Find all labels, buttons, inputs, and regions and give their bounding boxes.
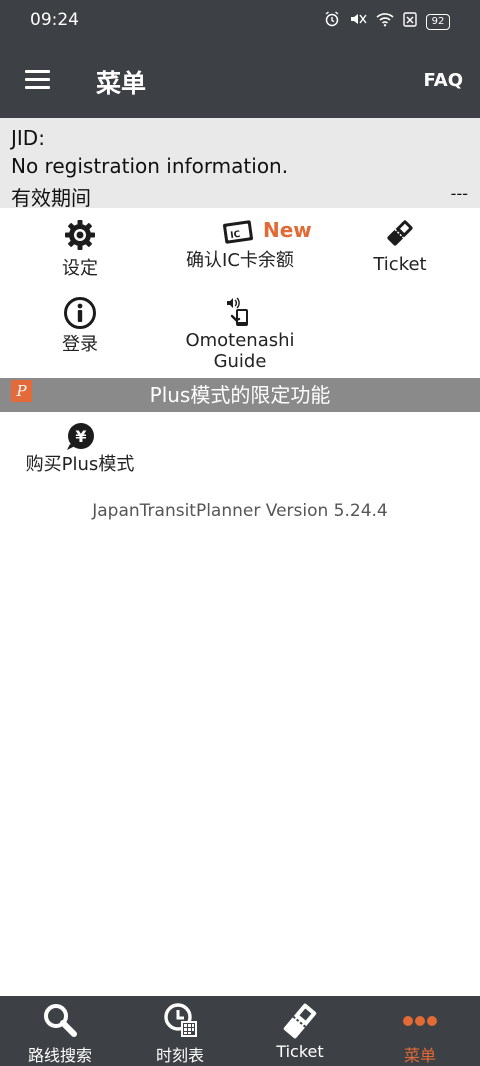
nav-timetable[interactable]: 时刻表: [120, 996, 240, 1066]
yen-bubble-icon: ¥: [64, 422, 96, 452]
nav-menu-label: 菜单: [403, 1046, 436, 1065]
status-time: 09:24: [30, 10, 79, 30]
ticket-icon: [385, 218, 415, 248]
status-bar: 09:24 92: [0, 0, 480, 42]
ic-card-balance-button[interactable]: IC New 确认IC卡余额: [170, 218, 312, 271]
plus-logo-icon: P: [11, 380, 32, 402]
version-text: JapanTransitPlanner Version 5.24.4: [92, 501, 388, 521]
nav-route-search-label: 路线搜索: [27, 1046, 92, 1065]
ic-card-icon: IC: [222, 218, 256, 246]
validity-label: 有效期间: [11, 186, 91, 210]
status-icons: 92: [324, 11, 450, 32]
wifi-icon: [376, 12, 394, 32]
plus-section-title: Plus模式的限定功能: [149, 383, 331, 407]
settings-label: 设定: [62, 258, 98, 279]
ticket-menu-label: Ticket: [373, 254, 427, 275]
login-label: 登录: [62, 334, 98, 355]
gear-icon: [63, 218, 97, 252]
account-info: JID: No registration information. 有效期间 -…: [0, 118, 480, 210]
more-dots-icon: [400, 1012, 440, 1031]
sim-off-icon: [403, 11, 417, 32]
svg-text:IC: IC: [230, 230, 242, 241]
login-button[interactable]: 登录: [20, 296, 140, 355]
info-icon: [63, 296, 97, 330]
omotenashi-label-line1: Omotenashi: [185, 330, 295, 351]
svg-text:¥: ¥: [75, 427, 86, 446]
registration-status: No registration information.: [11, 154, 289, 178]
omotenashi-label-line2: Guide: [213, 351, 267, 372]
buy-plus-label: 购买Plus模式: [25, 454, 135, 475]
nav-route-search[interactable]: 路线搜索: [0, 996, 120, 1066]
ticket-icon: [282, 1002, 318, 1044]
bottom-nav: 路线搜索 时刻表 Ticket 菜单: [0, 996, 480, 1066]
search-icon: [42, 1002, 78, 1042]
nav-ticket-label: Ticket: [276, 1042, 324, 1061]
alarm-icon: [324, 11, 340, 32]
settings-button[interactable]: 设定: [20, 218, 140, 279]
nav-timetable-label: 时刻表: [155, 1046, 204, 1065]
nav-ticket[interactable]: Ticket: [240, 996, 360, 1066]
nav-menu[interactable]: 菜单: [360, 996, 480, 1066]
buy-plus-button[interactable]: ¥ 购买Plus模式: [18, 422, 142, 475]
omotenashi-guide-button[interactable]: Omotenashi Guide: [170, 296, 310, 372]
app-bar: 菜单 FAQ: [0, 42, 480, 118]
faq-button[interactable]: FAQ: [424, 70, 463, 91]
new-badge: New: [263, 218, 312, 242]
phone-speaker-icon: [224, 296, 256, 328]
ic-card-label: 确认IC卡余额: [186, 250, 294, 271]
clock-timetable-icon: [162, 1002, 198, 1042]
plus-section-banner: P Plus模式的限定功能: [0, 378, 480, 412]
battery-icon: 92: [426, 13, 450, 30]
validity-value: ---: [450, 184, 468, 203]
mute-icon: [349, 11, 367, 32]
jid-label: JID:: [11, 126, 45, 150]
ticket-menu-button[interactable]: Ticket: [350, 218, 450, 275]
hamburger-menu-icon[interactable]: [25, 70, 50, 90]
page-title: 菜单: [96, 69, 147, 98]
